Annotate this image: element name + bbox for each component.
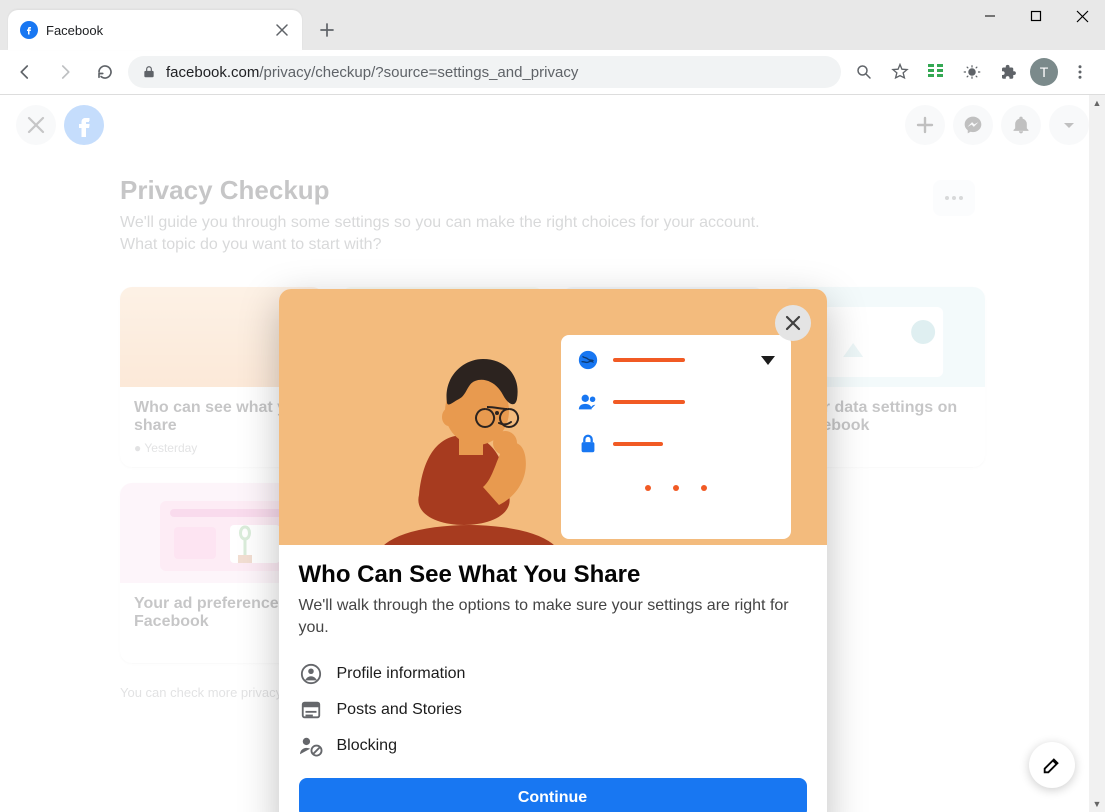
modal-close-button[interactable] bbox=[775, 305, 811, 341]
browser-toolbar: facebook.com/privacy/checkup/?source=set… bbox=[0, 50, 1105, 95]
modal-body: Who Can See What You Share We'll walk th… bbox=[279, 545, 827, 812]
url-text: facebook.com/privacy/checkup/?source=set… bbox=[166, 64, 578, 81]
nav-forward-button[interactable] bbox=[48, 55, 82, 89]
window-maximize-button[interactable] bbox=[1013, 0, 1059, 32]
friends-icon bbox=[577, 391, 599, 413]
modal-hero bbox=[279, 289, 827, 545]
item-posts-and-stories: Posts and Stories bbox=[299, 692, 807, 728]
vertical-scrollbar[interactable]: ▲ ▼ bbox=[1089, 95, 1105, 812]
extension-bug-icon[interactable] bbox=[955, 55, 989, 89]
compose-fab-button[interactable] bbox=[1029, 742, 1075, 788]
zoom-icon[interactable] bbox=[847, 55, 881, 89]
lock-icon bbox=[142, 65, 156, 79]
modal-description: We'll walk through the options to make s… bbox=[299, 595, 807, 640]
extension-grid-icon[interactable] bbox=[919, 55, 953, 89]
dropdown-icon bbox=[761, 356, 775, 365]
window-close-button[interactable] bbox=[1059, 0, 1105, 32]
tab-title: Facebook bbox=[46, 23, 266, 38]
lock-icon bbox=[577, 433, 599, 455]
scroll-up-icon[interactable]: ▲ bbox=[1089, 95, 1105, 111]
browser-tabstrip: Facebook bbox=[0, 0, 1105, 50]
scroll-down-icon[interactable]: ▼ bbox=[1089, 796, 1105, 812]
nav-reload-button[interactable] bbox=[88, 55, 122, 89]
tab-close-icon[interactable] bbox=[274, 22, 290, 38]
extensions-puzzle-icon[interactable] bbox=[991, 55, 1025, 89]
hero-privacy-card bbox=[561, 335, 791, 539]
bookmark-star-icon[interactable] bbox=[883, 55, 917, 89]
posts-icon bbox=[299, 698, 323, 722]
item-profile-information: Profile information bbox=[299, 656, 807, 692]
person-illustration bbox=[349, 325, 579, 545]
profile-avatar[interactable]: T bbox=[1027, 55, 1061, 89]
browser-tab[interactable]: Facebook bbox=[8, 10, 302, 50]
page-viewport: Privacy Checkup We'll guide you through … bbox=[0, 95, 1105, 812]
continue-button[interactable]: Continue bbox=[299, 778, 807, 812]
globe-icon bbox=[577, 349, 599, 371]
window-controls bbox=[967, 0, 1105, 32]
profile-icon bbox=[299, 662, 323, 686]
new-tab-button[interactable] bbox=[312, 15, 342, 45]
item-blocking: Blocking bbox=[299, 728, 807, 764]
pagination-dots bbox=[577, 485, 775, 491]
url-bar[interactable]: facebook.com/privacy/checkup/?source=set… bbox=[128, 56, 841, 88]
modal-title: Who Can See What You Share bbox=[299, 561, 807, 589]
browser-menu-button[interactable] bbox=[1063, 55, 1097, 89]
window-minimize-button[interactable] bbox=[967, 0, 1013, 32]
blocking-icon bbox=[299, 734, 323, 758]
nav-back-button[interactable] bbox=[8, 55, 42, 89]
facebook-favicon bbox=[20, 21, 38, 39]
who-can-see-modal: Who Can See What You Share We'll walk th… bbox=[279, 289, 827, 812]
